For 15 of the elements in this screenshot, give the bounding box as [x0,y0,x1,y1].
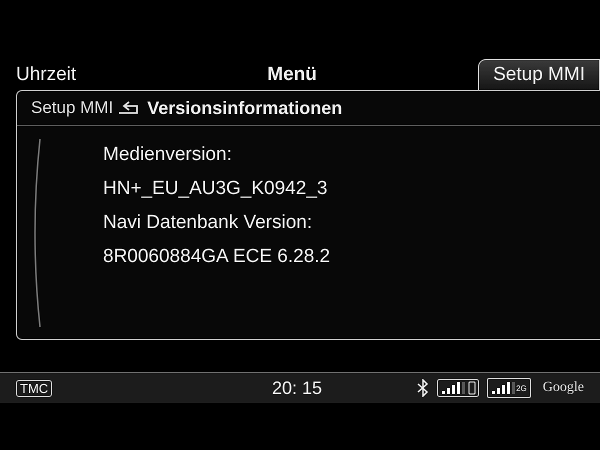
page-title: Versionsinformationen [147,98,342,118]
clock-time: 20: 15 [272,378,322,398]
tab[interactable]: Uhrzeit [16,60,216,90]
info-text: 8R0060884GA ECE 6.28.2 [103,246,330,268]
info-text: Medienversion: [103,144,233,166]
bluetooth-icon [417,379,430,397]
tab[interactable]: Menü [216,60,478,90]
signal-network-icon: 2G [487,378,531,398]
tab[interactable]: Setup MMI [478,59,600,90]
signal-phone-icon [437,379,480,397]
info-text: Navi Datenbank Version: [103,212,314,234]
brand-logo: Google [542,380,584,396]
breadcrumb-parent[interactable]: Setup MMI [31,98,114,118]
info-text: HN+_EU_AU3G_K0942_3 [103,178,328,200]
tmc-indicator: TMC [16,380,52,396]
